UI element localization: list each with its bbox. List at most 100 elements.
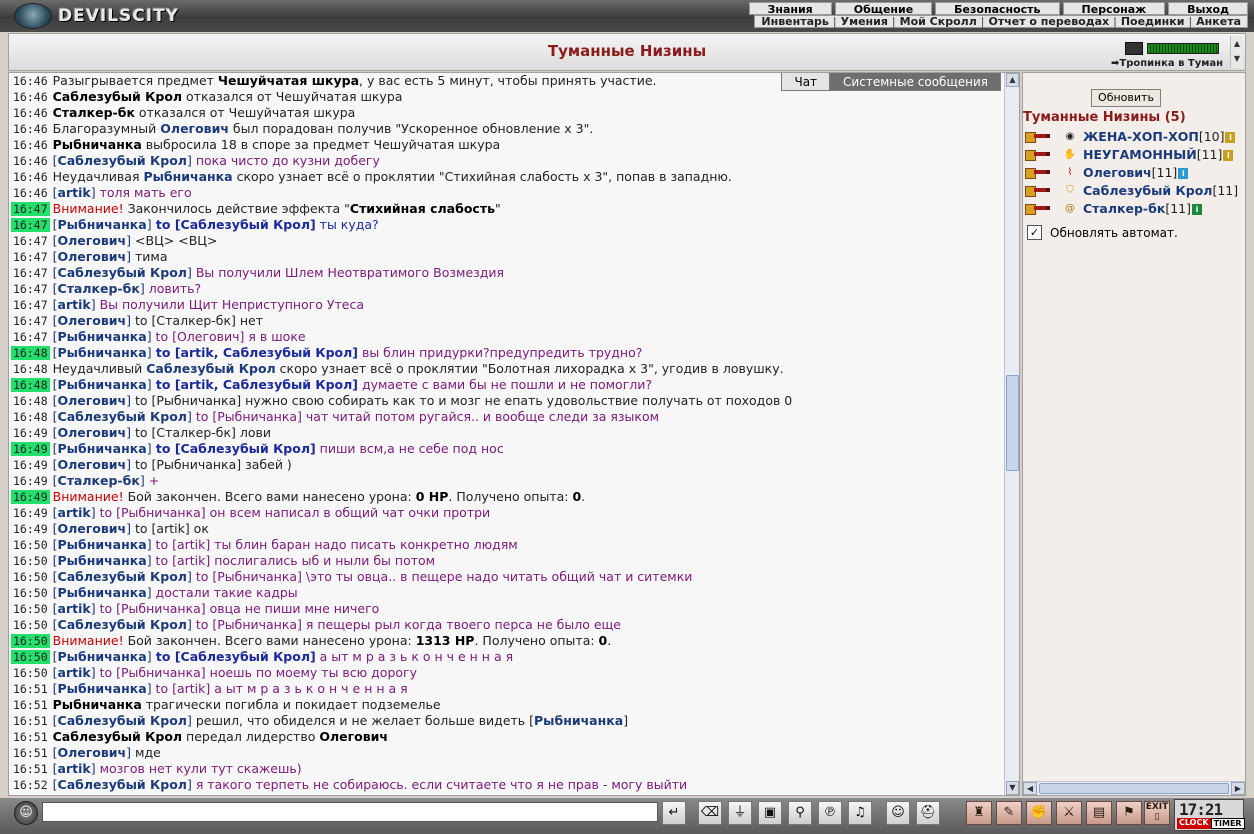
player-name[interactable]: artik bbox=[58, 185, 91, 200]
info-icon[interactable]: i bbox=[1223, 149, 1234, 161]
player-name[interactable]: Рыбничанка bbox=[58, 585, 147, 600]
submenu-profile[interactable]: Анкета bbox=[1196, 16, 1241, 28]
helmet-icon[interactable]: ⛑ bbox=[916, 801, 940, 825]
player-name[interactable]: artik bbox=[58, 761, 91, 776]
user-name[interactable]: Олегович bbox=[1083, 164, 1152, 182]
player-name[interactable]: Олегович bbox=[58, 745, 127, 760]
player-name[interactable]: Рыбничанка bbox=[58, 553, 147, 568]
player-name[interactable]: Саблезубый Крол bbox=[58, 713, 187, 728]
user-row[interactable]: ✋ НЕУГАМОННЫЙ [11] i bbox=[1025, 146, 1245, 164]
info-icon[interactable]: i bbox=[1192, 203, 1202, 215]
menu-exit[interactable]: Выход bbox=[1168, 2, 1248, 16]
player-name[interactable]: artik bbox=[58, 665, 91, 680]
auto-refresh-checkbox[interactable]: ✓ bbox=[1027, 225, 1042, 240]
menu-knowledge[interactable]: Знания bbox=[748, 2, 832, 16]
player-name[interactable]: Саблезубый Крол bbox=[58, 569, 187, 584]
arrow-up-icon[interactable]: ▲ bbox=[1231, 36, 1243, 51]
send-icon[interactable]: ↵ bbox=[662, 801, 686, 825]
player-name[interactable]: Олегович bbox=[58, 521, 127, 536]
smile-icon[interactable]: ☺ bbox=[886, 801, 910, 825]
clock-label[interactable]: CLOCK bbox=[1177, 818, 1211, 829]
submenu-skills[interactable]: Умения bbox=[841, 16, 888, 28]
eraser-icon[interactable]: ⌫ bbox=[698, 801, 722, 825]
player-name[interactable]: Олегович bbox=[58, 457, 127, 472]
inventory-icon[interactable]: ▤ bbox=[1086, 801, 1112, 825]
submenu-my-scroll[interactable]: Мой Скролл bbox=[900, 16, 977, 28]
player-name[interactable]: Рыбничанка bbox=[58, 377, 147, 392]
scroll-icon[interactable]: ✎ bbox=[996, 801, 1022, 825]
user-name[interactable]: НЕУГАМОННЫЙ bbox=[1083, 146, 1197, 164]
logo[interactable]: DEVILSCITY bbox=[14, 2, 179, 30]
scroll-right-icon[interactable]: ▶ bbox=[1231, 782, 1245, 795]
path-link[interactable]: ➡Тропинка в Туман bbox=[1111, 58, 1229, 69]
player-name[interactable]: Рыбничанка bbox=[58, 441, 147, 456]
exit-button[interactable]: EXIT ▯ bbox=[1144, 801, 1170, 825]
scroll-down-icon[interactable]: ▼ bbox=[1006, 781, 1019, 795]
player-name[interactable]: Рыбничанка bbox=[534, 713, 623, 728]
scroll-left-icon[interactable]: ◀ bbox=[1023, 782, 1037, 795]
player-name[interactable]: artik bbox=[58, 297, 91, 312]
private-message-icon[interactable] bbox=[1025, 131, 1050, 143]
player-name[interactable]: Рыбничанка bbox=[58, 345, 147, 360]
player-name[interactable]: Олегович bbox=[58, 425, 127, 440]
player-name[interactable]: Сталкер-бк bbox=[58, 281, 140, 296]
scroll-thumb[interactable] bbox=[1039, 783, 1229, 794]
user-row[interactable]: ◉ ЖЕНА-ХОП-ХОП [10] i bbox=[1025, 128, 1245, 146]
chat-input[interactable] bbox=[42, 802, 658, 822]
player-name[interactable]: Олегович bbox=[58, 313, 127, 328]
player-name[interactable]: Саблезубый Крол bbox=[58, 409, 187, 424]
user-row[interactable]: ⛉ Саблезубый Крол [11] bbox=[1025, 182, 1245, 200]
player-name[interactable]: Олегович bbox=[58, 249, 127, 264]
player-name[interactable]: Рыбничанка bbox=[58, 329, 147, 344]
submenu-inventory[interactable]: Инвентарь bbox=[761, 16, 828, 28]
user-name[interactable]: Саблезубый Крол bbox=[1083, 182, 1212, 200]
timer-label[interactable]: TIMER bbox=[1210, 818, 1245, 829]
player-name[interactable]: artik bbox=[58, 505, 91, 520]
fight-icon[interactable]: ⚔ bbox=[1056, 801, 1082, 825]
info-icon[interactable]: i bbox=[1225, 131, 1236, 143]
player-name[interactable]: Олегович bbox=[160, 121, 229, 136]
map-icon[interactable] bbox=[1125, 42, 1143, 55]
submenu-transfer-report[interactable]: Отчет о переводах bbox=[988, 16, 1109, 28]
potion-icon[interactable]: ♜ bbox=[966, 801, 992, 825]
player-name[interactable]: Саблезубый Крол bbox=[58, 265, 187, 280]
private-icon[interactable]: ℗ bbox=[818, 801, 842, 825]
player-name[interactable]: Олегович bbox=[58, 393, 127, 408]
fist-icon[interactable]: ✊ bbox=[1026, 801, 1052, 825]
player-name[interactable]: Саблезубый Крол bbox=[146, 361, 275, 376]
menu-communication[interactable]: Общение bbox=[834, 2, 933, 16]
filter-icon[interactable]: ⏚ bbox=[728, 801, 752, 825]
menu-security[interactable]: Безопасность bbox=[935, 2, 1060, 16]
save-icon[interactable]: ▣ bbox=[758, 801, 782, 825]
user-name[interactable]: ЖЕНА-ХОП-ХОП bbox=[1083, 128, 1199, 146]
private-message-icon[interactable] bbox=[1025, 167, 1050, 179]
location-scrollbar[interactable]: ▲ ▼ bbox=[1230, 36, 1243, 68]
private-message-icon[interactable] bbox=[1025, 203, 1050, 215]
player-name[interactable]: Саблезубый Крол bbox=[58, 153, 187, 168]
auto-refresh-toggle[interactable]: ✓ Обновлять автомат. bbox=[1027, 225, 1178, 240]
walk-icon[interactable]: ⚲ bbox=[788, 801, 812, 825]
private-message-icon[interactable] bbox=[1025, 149, 1050, 161]
player-name[interactable]: Рыбничанка bbox=[58, 537, 147, 552]
user-name[interactable]: Сталкер-бк bbox=[1083, 200, 1165, 218]
player-name[interactable]: Рыбничанка bbox=[58, 217, 147, 232]
user-row[interactable]: @ Сталкер-бк [11] i bbox=[1025, 200, 1245, 218]
arrow-down-icon[interactable]: ▼ bbox=[1231, 51, 1243, 66]
submenu-duels[interactable]: Поединки bbox=[1121, 16, 1185, 28]
flag-icon[interactable]: ⚑ bbox=[1116, 801, 1142, 825]
player-name[interactable]: Саблезубый Крол bbox=[58, 617, 187, 632]
private-message-icon[interactable] bbox=[1025, 185, 1050, 197]
tab-chat[interactable]: Чат bbox=[781, 73, 831, 91]
info-icon[interactable]: i bbox=[1178, 167, 1189, 179]
player-name[interactable]: Рыбничанка bbox=[58, 649, 147, 664]
refresh-button[interactable]: Обновить bbox=[1091, 89, 1161, 107]
player-name[interactable]: Рыбничанка bbox=[58, 681, 147, 696]
player-name[interactable]: Олегович bbox=[58, 233, 127, 248]
player-name[interactable]: Сталкер-бк bbox=[58, 473, 140, 488]
sound-icon[interactable]: ♫ bbox=[848, 801, 872, 825]
player-name[interactable]: artik bbox=[58, 601, 91, 616]
menu-character[interactable]: Персонаж bbox=[1062, 2, 1166, 16]
user-row[interactable]: ⌇ Олегович [11] i bbox=[1025, 164, 1245, 182]
emote-menu-icon[interactable]: ☺ bbox=[14, 801, 38, 825]
side-scrollbar[interactable]: ◀ ▶ bbox=[1023, 781, 1245, 795]
